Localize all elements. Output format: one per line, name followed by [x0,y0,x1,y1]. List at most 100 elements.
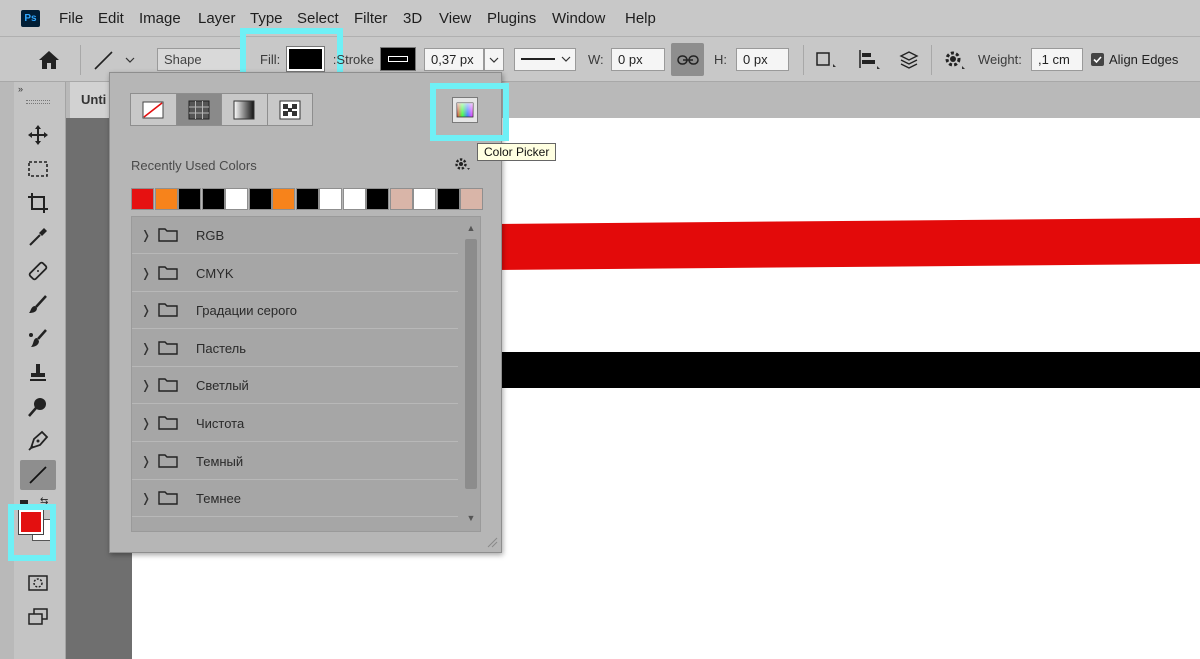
recent-color-swatch[interactable] [366,188,389,210]
path-operations-icon[interactable] [813,50,839,70]
folder-icon [158,341,178,355]
chevron-right-icon[interactable]: ❭ [141,491,155,505]
chevron-right-icon[interactable]: ❭ [141,416,155,430]
recent-color-swatch[interactable] [248,188,272,210]
menu-type[interactable]: Type [250,10,283,27]
recent-color-swatch[interactable] [131,188,154,210]
menu-image[interactable]: Image [139,10,181,27]
swatch-group-light[interactable]: ❭ Светлый [132,367,458,404]
width-input[interactable]: 0 px [611,48,665,71]
panel-grip[interactable] [26,100,50,104]
menu-filter[interactable]: Filter [354,10,387,27]
align-edges-checkbox[interactable] [1091,53,1104,66]
gear-icon[interactable] [942,48,968,72]
swatch-group-pure[interactable]: ❭ Чистота [132,405,458,442]
mixer-brush-icon [29,329,47,347]
recent-color-swatch[interactable] [319,188,342,210]
chevron-right-icon[interactable]: ❭ [141,341,155,355]
menu-window[interactable]: Window [552,10,605,27]
stroke-swatch-button[interactable] [380,47,416,71]
photoshop-logo: Ps [21,10,40,27]
dodge-tool[interactable] [20,392,56,422]
move-icon [28,125,48,145]
no-color-icon [142,101,164,118]
chevron-up-icon[interactable]: ▲ [464,223,478,233]
recent-color-swatch[interactable] [295,188,319,210]
menu-help[interactable]: Help [625,10,656,27]
recent-color-swatch[interactable] [178,188,201,210]
swatch-list-scrollbar[interactable]: ▲ ▼ [462,217,480,531]
weight-label: Weight: [978,52,1022,67]
swatch-groups-list: ❭ RGB ❭ CMYK ❭ Градации серого ❭ Пастель… [131,216,481,532]
recent-color-swatch[interactable] [272,188,295,210]
gradient-button[interactable] [222,94,268,125]
crop-tool[interactable] [20,188,56,218]
stamp-icon [30,364,46,381]
recent-color-swatch[interactable] [154,188,178,210]
stroke-width-input[interactable]: 0,37 px [424,48,484,71]
link-dimensions-button[interactable] [671,43,704,76]
eyedropper-tool[interactable] [20,222,56,252]
menu-edit[interactable]: Edit [98,10,124,27]
red-line-shape[interactable] [480,217,1200,271]
pattern-button[interactable] [268,94,313,125]
healing-brush-tool[interactable] [20,256,56,286]
clone-brush-tool[interactable] [20,324,56,354]
chevron-right-icon[interactable]: ❭ [141,266,155,280]
recent-color-swatch[interactable] [342,188,366,210]
menu-file[interactable]: File [59,10,83,27]
solid-color-button[interactable] [176,94,222,125]
menu-layer[interactable]: Layer [198,10,236,27]
path-alignment-icon[interactable] [855,48,883,72]
swatch-group-grayscale[interactable]: ❭ Градации серого [132,292,458,329]
no-color-button[interactable] [131,94,177,125]
recent-color-swatch[interactable] [460,188,483,210]
home-icon[interactable] [36,49,62,71]
marquee-tool[interactable] [20,154,56,184]
recent-color-swatch[interactable] [201,188,225,210]
link-icon [676,54,699,65]
weight-input[interactable]: ,1 cm [1031,48,1083,71]
recent-color-swatch[interactable] [413,188,436,210]
chevron-down-icon[interactable]: ▼ [464,513,478,523]
swatch-group-darker[interactable]: ❭ Темнее [132,480,458,517]
height-input[interactable]: 0 px [736,48,789,71]
folder-icon [158,378,178,392]
gear-icon[interactable] [454,157,472,177]
swatch-group-pastel[interactable]: ❭ Пастель [132,330,458,367]
swatch-group-cmyk[interactable]: ❭ CMYK [132,255,458,292]
menu-3d[interactable]: 3D [403,10,422,27]
move-tool[interactable] [20,120,56,150]
swatch-group-dark[interactable]: ❭ Темный [132,443,458,480]
resize-grip-icon[interactable] [486,535,498,548]
chevron-right-icon[interactable]: ❭ [141,303,155,317]
quick-mask-button[interactable] [20,568,56,598]
rectangular-marquee-icon [28,161,48,177]
pen-tool[interactable] [20,426,56,456]
stroke-width-dropdown[interactable] [484,48,504,71]
clone-stamp-tool[interactable] [20,358,56,388]
tool-mode-select[interactable]: Shape [157,48,243,71]
path-arrangement-icon[interactable] [895,48,923,72]
pen-icon [28,430,49,451]
collapse-panel-icon[interactable]: » [18,84,23,94]
screen-mode-button[interactable] [20,602,56,632]
stroke-type-select[interactable] [514,48,576,71]
line-tool[interactable] [20,460,56,490]
menu-plugins[interactable]: Plugins [487,10,536,27]
recent-color-swatch[interactable] [389,188,413,210]
line-tool-preset-icon[interactable] [92,49,138,71]
chevron-right-icon[interactable]: ❭ [141,378,155,392]
scrollbar-thumb[interactable] [465,239,477,489]
black-line-shape[interactable] [480,352,1200,388]
menu-view[interactable]: View [439,10,471,27]
menu-select[interactable]: Select [297,10,339,27]
swatch-group-rgb[interactable]: ❭ RGB [132,217,458,254]
line-icon [29,466,47,484]
quick-mask-icon [28,575,48,591]
recent-color-swatch[interactable] [436,188,460,210]
chevron-right-icon[interactable]: ❭ [141,454,155,468]
recent-color-swatch[interactable] [225,188,248,210]
chevron-right-icon[interactable]: ❭ [141,228,155,242]
brush-tool[interactable] [20,290,56,320]
